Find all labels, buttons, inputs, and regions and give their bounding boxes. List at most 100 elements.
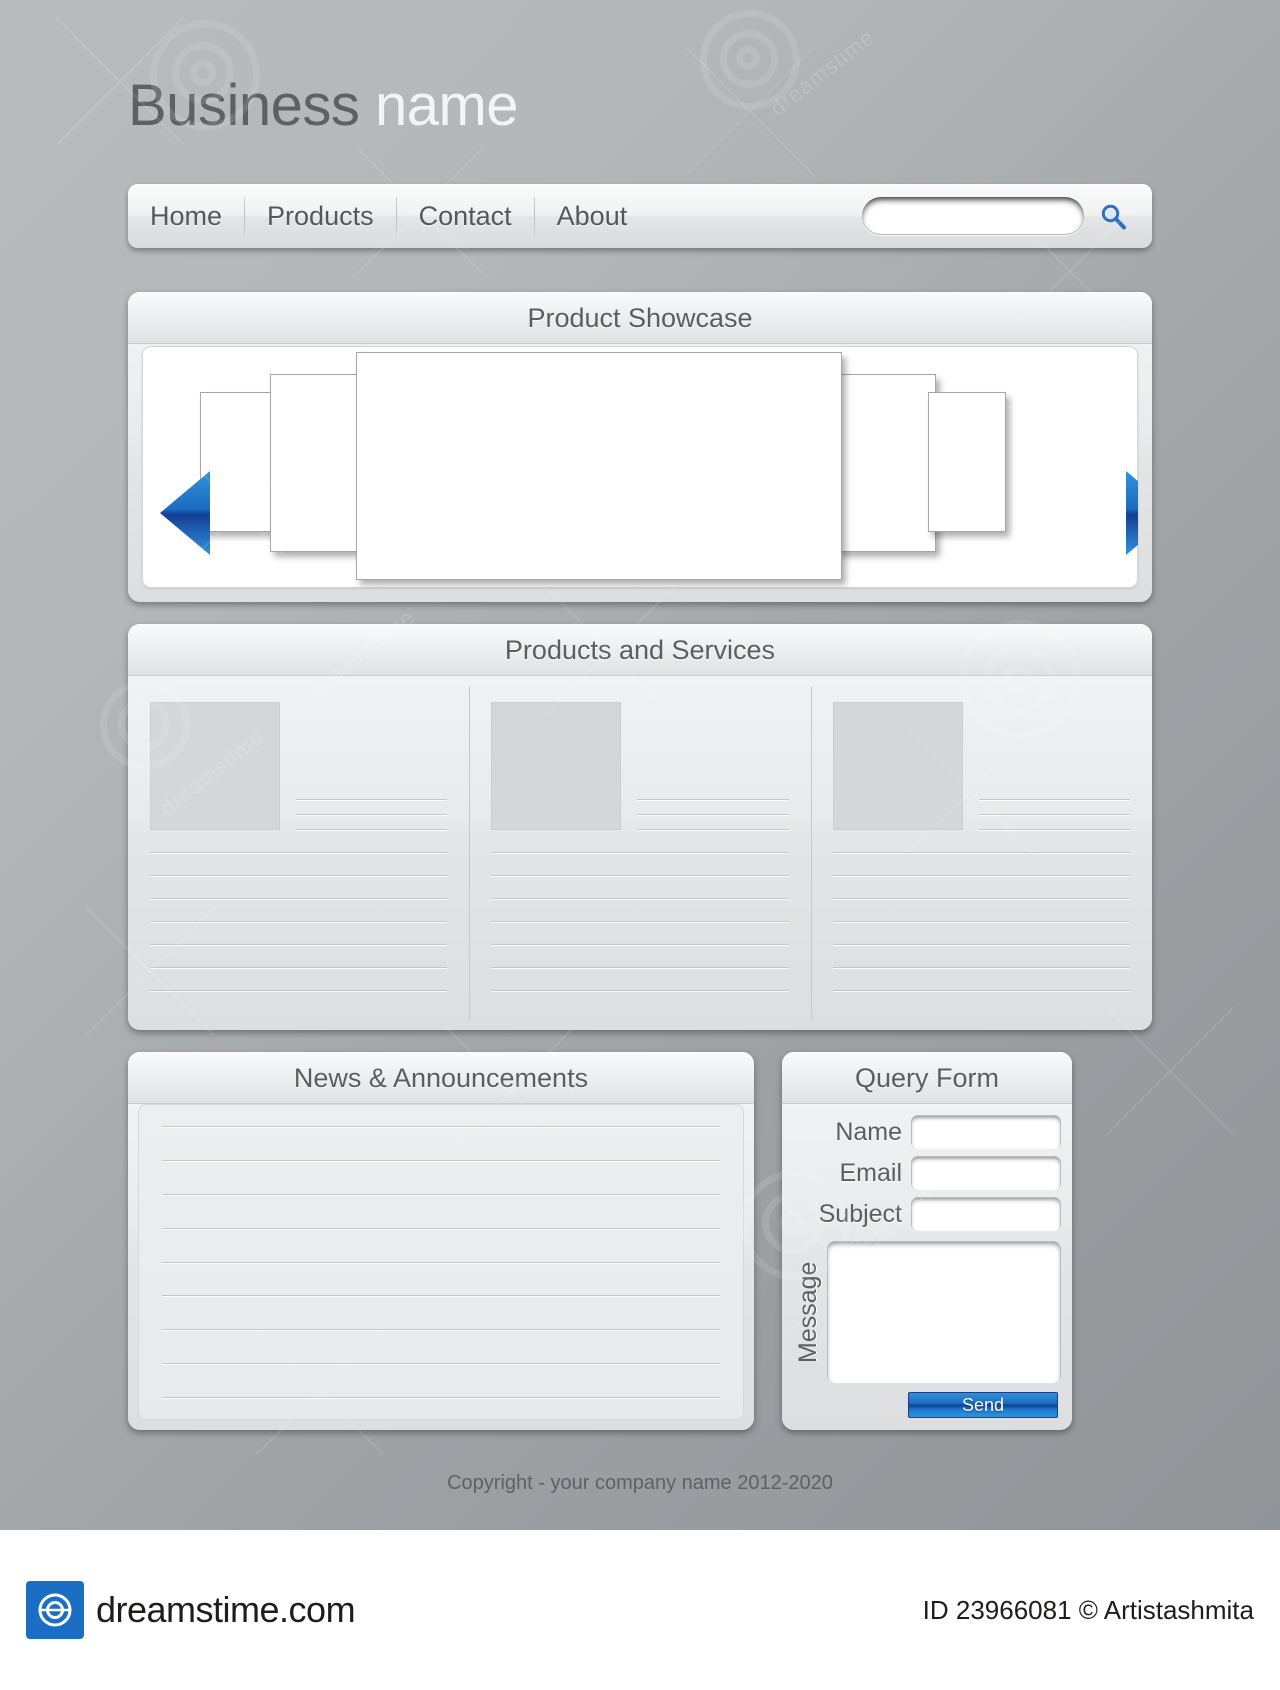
field-row-message: Message	[794, 1242, 1060, 1382]
product-card[interactable]	[810, 676, 1152, 1030]
website-mockup: Business name Home Products Contact Abou…	[0, 0, 1280, 1530]
showcase-carousel	[142, 346, 1138, 588]
product-card-top	[832, 702, 1130, 830]
nav-item-about[interactable]: About	[535, 196, 650, 236]
product-card[interactable]	[128, 676, 469, 1030]
navigation-bar: Home Products Contact About	[128, 184, 1152, 248]
text-line	[296, 829, 448, 830]
text-line	[978, 814, 1130, 815]
email-label: Email	[839, 1158, 902, 1187]
text-line	[162, 1193, 720, 1195]
text-line	[150, 990, 448, 991]
stock-image-credit: ID 23966081 © Artistashmita	[922, 1594, 1254, 1625]
text-line	[491, 990, 789, 991]
carousel-slide[interactable]	[836, 374, 936, 552]
text-line	[832, 967, 1130, 968]
carousel-slide-active[interactable]	[356, 352, 842, 580]
text-line	[491, 898, 789, 899]
footer-copyright: Copyright - your company name 2012-2020	[447, 1472, 833, 1494]
query-form-body: Name Email Subject Message Send	[782, 1104, 1072, 1430]
product-body-lines	[832, 852, 1130, 991]
text-line	[637, 799, 789, 800]
product-body-lines	[150, 852, 448, 991]
text-line	[637, 814, 789, 815]
search-icon[interactable]	[1092, 195, 1134, 237]
product-body-lines	[491, 852, 789, 991]
text-line	[491, 875, 789, 876]
text-line	[832, 852, 1130, 853]
field-row-name: Name	[794, 1116, 1060, 1148]
message-label: Message	[794, 1261, 822, 1363]
subject-label: Subject	[818, 1199, 902, 1228]
text-line	[162, 1159, 720, 1161]
product-card-top	[150, 702, 448, 830]
text-line	[296, 799, 448, 800]
nav-item-products[interactable]: Products	[245, 196, 396, 236]
send-row: Send	[794, 1392, 1060, 1418]
message-textarea[interactable]	[828, 1242, 1060, 1382]
subject-input[interactable]	[912, 1198, 1060, 1230]
products-services-heading: Products and Services	[128, 624, 1152, 676]
send-button[interactable]: Send	[908, 1392, 1058, 1418]
text-line	[832, 944, 1130, 945]
text-line	[162, 1227, 720, 1229]
text-line	[162, 1397, 720, 1398]
text-line	[162, 1126, 720, 1127]
text-line	[150, 921, 448, 922]
text-line	[162, 1295, 720, 1297]
dreamstime-logo: dreamstime.com	[0, 1581, 356, 1639]
carousel-slide[interactable]	[928, 392, 1006, 532]
text-line	[162, 1329, 720, 1331]
text-line	[296, 814, 448, 815]
nav-item-home[interactable]: Home	[128, 196, 244, 236]
text-line	[832, 990, 1130, 991]
text-line	[150, 967, 448, 968]
text-line	[150, 875, 448, 876]
query-form-heading: Query Form	[782, 1052, 1072, 1104]
page-title-secondary: name	[374, 73, 519, 138]
page-title-primary: Business	[128, 73, 360, 138]
text-line	[162, 1363, 720, 1365]
product-image-placeholder	[150, 702, 280, 830]
product-image-placeholder	[832, 702, 963, 830]
text-line	[491, 967, 789, 968]
text-line	[162, 1261, 720, 1263]
page-title: Business name	[128, 72, 519, 139]
product-text-lines	[637, 702, 789, 830]
news-panel: News & Announcements	[128, 1052, 754, 1430]
email-input[interactable]	[912, 1157, 1060, 1189]
text-line	[491, 944, 789, 945]
stock-watermark-bar: dreamstime.com ID 23966081 © Artistashmi…	[0, 1530, 1280, 1690]
text-line	[832, 875, 1130, 876]
text-line	[637, 829, 789, 830]
search-input[interactable]	[862, 197, 1084, 235]
text-line	[150, 944, 448, 945]
text-line	[150, 898, 448, 899]
text-line	[978, 799, 1130, 800]
product-card[interactable]	[469, 676, 810, 1030]
product-text-lines	[296, 702, 448, 830]
text-line	[491, 921, 789, 922]
product-showcase-panel: Product Showcase	[128, 292, 1152, 602]
products-services-panel: Products and Services	[128, 624, 1152, 1030]
products-services-body	[128, 676, 1152, 1030]
product-card-top	[491, 702, 789, 830]
text-line	[832, 898, 1130, 899]
news-heading: News & Announcements	[128, 1052, 754, 1104]
field-row-email: Email	[794, 1157, 1060, 1189]
field-row-subject: Subject	[794, 1198, 1060, 1230]
nav-item-contact[interactable]: Contact	[397, 196, 534, 236]
news-body[interactable]	[138, 1104, 744, 1420]
text-line	[150, 852, 448, 853]
search-area	[862, 195, 1152, 237]
dreamstime-mark-icon	[26, 1581, 84, 1639]
name-label: Name	[835, 1117, 902, 1146]
text-line	[978, 829, 1130, 830]
showcase-heading: Product Showcase	[128, 292, 1152, 344]
text-line	[832, 921, 1130, 922]
product-text-lines	[978, 702, 1130, 830]
carousel-slide[interactable]	[270, 374, 370, 552]
query-form-panel: Query Form Name Email Subject Message Se…	[782, 1052, 1072, 1430]
name-input[interactable]	[912, 1116, 1060, 1148]
product-image-placeholder	[491, 702, 622, 830]
